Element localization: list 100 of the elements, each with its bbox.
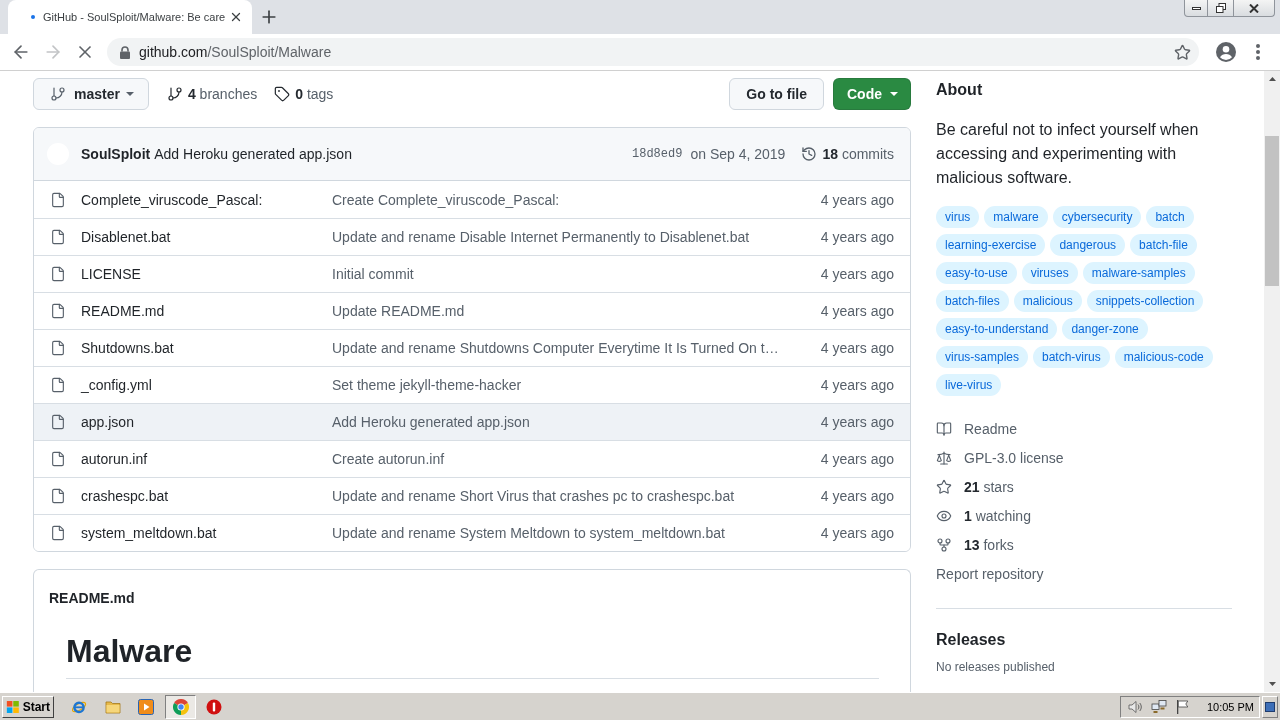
topic-tag[interactable]: snippets-collection: [1086, 290, 1204, 312]
file-name-link[interactable]: Disablenet.bat: [81, 229, 317, 245]
topic-tag[interactable]: danger-zone: [1062, 318, 1148, 340]
browser-tab[interactable]: GitHub - SoulSploit/Malware: Be care: [8, 0, 252, 34]
close-icon: [1249, 3, 1259, 13]
commit-message-link[interactable]: Add Heroku generated app.json: [154, 146, 352, 162]
commit-time: 4 years ago: [820, 451, 894, 467]
file-name-link[interactable]: Complete_viruscode_Pascal:: [81, 191, 317, 208]
topic-tag[interactable]: batch: [1146, 206, 1194, 228]
topic-tag[interactable]: malware-samples: [1082, 262, 1195, 284]
file-commit-link[interactable]: Update and rename System Meltdown to system_meltdown.bat: [332, 525, 809, 541]
book-icon: [936, 420, 952, 437]
start-button[interactable]: Start: [2, 695, 54, 718]
file-icon: [50, 525, 66, 541]
file-name-link[interactable]: LICENSE: [81, 266, 317, 282]
releases-heading-link[interactable]: Releases: [936, 628, 1006, 652]
topic-tag[interactable]: batch-file: [1130, 234, 1197, 256]
clock-time: 10:05 PM: [1206, 700, 1254, 713]
topic-tag[interactable]: easy-to-use: [936, 262, 1017, 284]
commits-link[interactable]: 18 commits: [801, 146, 894, 162]
alert-icon[interactable]: [206, 698, 222, 715]
file-commit-link[interactable]: Create Complete_viruscode_Pascal:: [332, 191, 809, 208]
topic-tag[interactable]: malicious: [1013, 290, 1082, 312]
code-button[interactable]: Code: [833, 78, 911, 110]
file-icon: [50, 414, 66, 430]
branch-icon: [166, 86, 183, 102]
commit-sha-link[interactable]: 18d8ed9: [632, 147, 683, 161]
close-window-button[interactable]: [1234, 0, 1275, 17]
commit-time: 4 years ago: [820, 303, 894, 319]
topic-tag[interactable]: malware: [984, 206, 1048, 228]
file-commit-link[interactable]: Add Heroku generated app.json: [332, 414, 809, 430]
file-commit-link[interactable]: Update and rename Disable Internet Permanently to Disablenet.bat: [332, 229, 809, 245]
minimize-button[interactable]: [1184, 0, 1208, 17]
file-commit-link[interactable]: Set theme jekyll-theme-hacker: [332, 377, 809, 393]
topic-tag[interactable]: live-virus: [936, 374, 1002, 396]
file-name-link[interactable]: system_meltdown.bat: [81, 525, 317, 541]
report-repository-link[interactable]: Report repository: [936, 559, 1044, 588]
media-player-icon[interactable]: [138, 698, 154, 715]
file-name-link[interactable]: app.json: [81, 414, 317, 430]
file-icon: [50, 229, 66, 245]
readme-link[interactable]: Readme: [936, 414, 1017, 443]
history-icon: [801, 146, 818, 162]
caret-icon: [125, 92, 134, 96]
file-icon: [50, 266, 66, 282]
lock-icon: [120, 45, 130, 59]
topic-tag[interactable]: malicious-code: [1114, 346, 1213, 368]
branches-link[interactable]: 4 branches: [166, 86, 258, 102]
commit-time: 4 years ago: [820, 377, 894, 393]
profile-icon: [1216, 42, 1236, 62]
taskbar-button[interactable]: [165, 694, 196, 719]
watching-link[interactable]: 1 watching: [936, 501, 1031, 530]
topic-tag[interactable]: virus-samples: [936, 346, 1028, 368]
file-name-link[interactable]: Shutdowns.bat: [81, 340, 317, 356]
scale-icon: [936, 449, 952, 466]
commit-time: 4 years ago: [820, 525, 894, 541]
file-icon: [50, 340, 66, 356]
commit-date: on Sep 4, 2019: [690, 146, 786, 162]
fork-icon: [936, 536, 952, 553]
tags-link[interactable]: 0 tags: [274, 86, 334, 102]
menu-icon: [1256, 44, 1260, 60]
topic-tag[interactable]: dangerous: [1050, 234, 1126, 256]
minimize-icon: [1191, 6, 1201, 10]
down-arrow-icon: [1268, 682, 1276, 686]
file-commit-link[interactable]: Update and rename Short Virus that crashes pc to crashespc.bat: [332, 488, 809, 504]
flag-icon[interactable]: [1174, 698, 1191, 715]
topic-tag[interactable]: learning-exercise: [936, 234, 1046, 256]
file-icon: [50, 303, 66, 319]
file-icon: [50, 377, 66, 393]
topic-tag[interactable]: virus: [936, 206, 980, 228]
address-field[interactable]: github.com/SoulSploit/Malware: [107, 38, 1199, 66]
topic-tag[interactable]: batch-virus: [1033, 346, 1110, 368]
commit-time: 4 years ago: [820, 191, 894, 208]
file-name-link[interactable]: autorun.inf: [81, 451, 317, 467]
go-to-file-button[interactable]: Go to file: [729, 78, 824, 110]
file-commit-link[interactable]: Update and rename Shutdowns Computer Everytime It Is Turned On t…: [332, 340, 809, 356]
releases-note: No releases published: [936, 659, 1055, 676]
stars-link[interactable]: 21 stars: [936, 472, 1014, 501]
forks-link[interactable]: 13 forks: [936, 530, 1014, 559]
file-name-link[interactable]: README.md: [81, 303, 317, 319]
topic-tag[interactable]: easy-to-understand: [936, 318, 1058, 340]
restore-button[interactable]: [1208, 0, 1234, 17]
show-desktop-button[interactable]: [1262, 695, 1278, 718]
file-icon: [50, 451, 66, 467]
topic-tag[interactable]: viruses: [1021, 262, 1078, 284]
network-icon[interactable]: [1150, 698, 1167, 715]
file-name-link[interactable]: _config.yml: [81, 377, 317, 393]
speaker-icon[interactable]: [1126, 698, 1143, 715]
file-commit-link[interactable]: Update README.md: [332, 303, 809, 319]
scrollbar-thumb[interactable]: [1265, 136, 1279, 286]
topic-tag[interactable]: batch-files: [936, 290, 1009, 312]
star-icon: [1173, 43, 1191, 61]
tag-icon: [274, 86, 291, 102]
file-commit-link[interactable]: Create autorun.inf: [332, 451, 809, 467]
file-commit-link[interactable]: Initial commit: [332, 266, 809, 282]
file-name-link[interactable]: crashespc.bat: [81, 488, 317, 504]
branch-select-button[interactable]: master: [33, 78, 149, 110]
star-icon: [936, 478, 952, 495]
commit-author-link[interactable]: SoulSploit: [81, 146, 151, 162]
license-link[interactable]: GPL-3.0 license: [936, 443, 1064, 472]
topic-tag[interactable]: cybersecurity: [1052, 206, 1142, 228]
